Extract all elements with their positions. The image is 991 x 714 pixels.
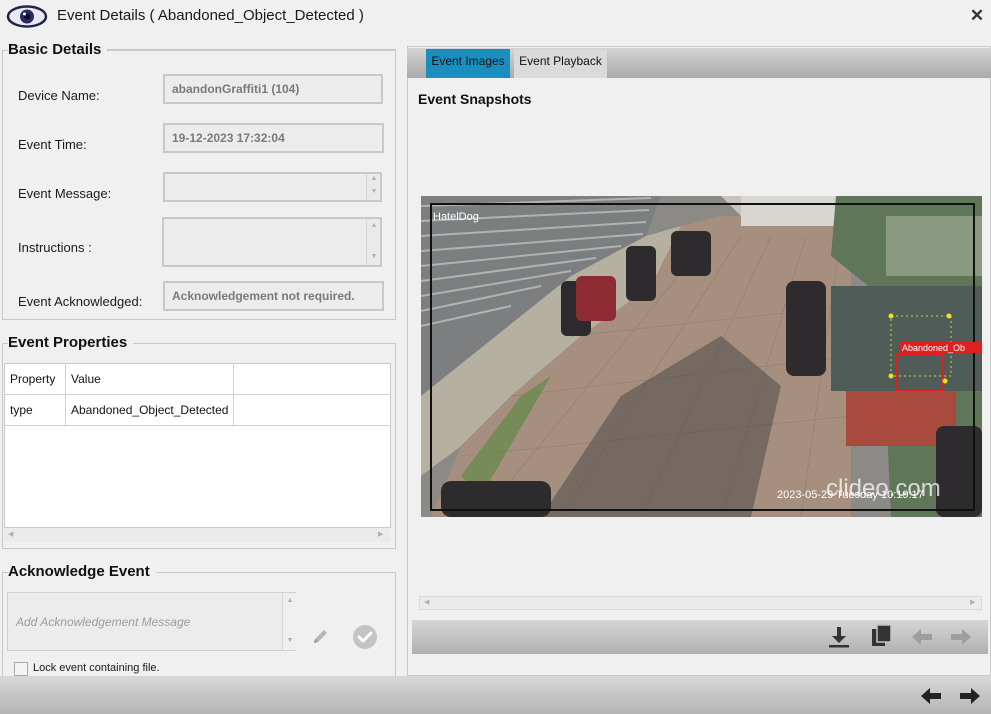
previous-event-arrow-icon[interactable] — [919, 684, 943, 708]
lock-event-label: Lock event containing file. — [33, 662, 160, 674]
table-cell-value[interactable]: Abandoned_Object_Detected — [66, 395, 234, 426]
properties-horizontal-scrollbar[interactable]: ◀ ▶ — [4, 528, 391, 542]
event-snapshot-image: Abandoned_Ob HatelDog 2023-05-29 Tuesday… — [421, 196, 982, 517]
instructions-label: Instructions : — [18, 240, 92, 255]
acknowledge-event-heading: Acknowledge Event — [8, 563, 156, 580]
event-message-label: Event Message: — [18, 186, 112, 201]
snapshot-toolbar — [412, 620, 988, 654]
next-event-arrow-icon[interactable] — [958, 684, 982, 708]
column-header-property[interactable]: Property — [5, 364, 66, 395]
window-title: Event Details ( Abandoned_Object_Detecte… — [57, 7, 364, 24]
tab-event-images[interactable]: Event Images — [426, 49, 510, 78]
lock-event-checkbox[interactable] — [14, 662, 28, 676]
divider — [130, 343, 396, 344]
confirm-check-icon[interactable] — [352, 624, 378, 650]
next-image-arrow-icon[interactable] — [949, 625, 973, 649]
event-time-label: Event Time: — [18, 137, 87, 152]
title-bar: Event Details ( Abandoned_Object_Detecte… — [0, 0, 991, 34]
detection-label: Abandoned_Ob — [902, 343, 965, 353]
close-icon[interactable]: ✕ — [968, 6, 986, 26]
basic-details-heading: Basic Details — [8, 41, 108, 58]
snapshot-horizontal-scrollbar[interactable]: ◀ ▶ — [419, 596, 982, 610]
table-cell-filler — [234, 395, 391, 426]
download-icon[interactable] — [827, 625, 851, 649]
divider — [100, 49, 396, 50]
camera-overlay-name: HatelDog — [433, 211, 479, 223]
event-message-scrollbar[interactable]: ▲ ▼ — [366, 174, 380, 200]
column-header-filler — [234, 364, 391, 395]
edit-pencil-icon[interactable] — [312, 627, 330, 645]
event-time-field[interactable]: 19-12-2023 17:32:04 — [163, 123, 384, 153]
event-snapshots-heading: Event Snapshots — [418, 91, 532, 107]
copy-icon[interactable] — [870, 624, 894, 648]
tab-event-playback[interactable]: Event Playback — [514, 49, 607, 78]
event-acknowledged-label: Event Acknowledged: — [18, 294, 143, 309]
table-cell-property[interactable]: type — [5, 395, 66, 426]
event-message-field[interactable] — [163, 172, 382, 202]
event-acknowledged-field[interactable]: Acknowledgement not required. — [163, 281, 384, 311]
properties-table: Property Value type Abandoned_Object_Det… — [4, 363, 391, 528]
instructions-scrollbar[interactable]: ▲ ▼ — [366, 219, 380, 265]
acknowledgement-scrollbar[interactable]: ▲ ▼ — [282, 593, 296, 650]
previous-image-arrow-icon[interactable] — [910, 625, 934, 649]
acknowledgement-message-input[interactable]: Add Acknowledgement Message — [7, 592, 296, 651]
event-properties-heading: Event Properties — [8, 334, 134, 351]
bottom-navigation-bar — [0, 676, 991, 714]
divider — [152, 572, 396, 573]
watermark: clideo.com — [826, 475, 941, 502]
instructions-field[interactable] — [162, 217, 382, 267]
column-header-value[interactable]: Value — [66, 364, 234, 395]
eye-logo-icon — [6, 5, 48, 28]
device-name-field[interactable]: abandonGraffiti1 (104) — [163, 74, 383, 104]
device-name-label: Device Name: — [18, 88, 100, 103]
